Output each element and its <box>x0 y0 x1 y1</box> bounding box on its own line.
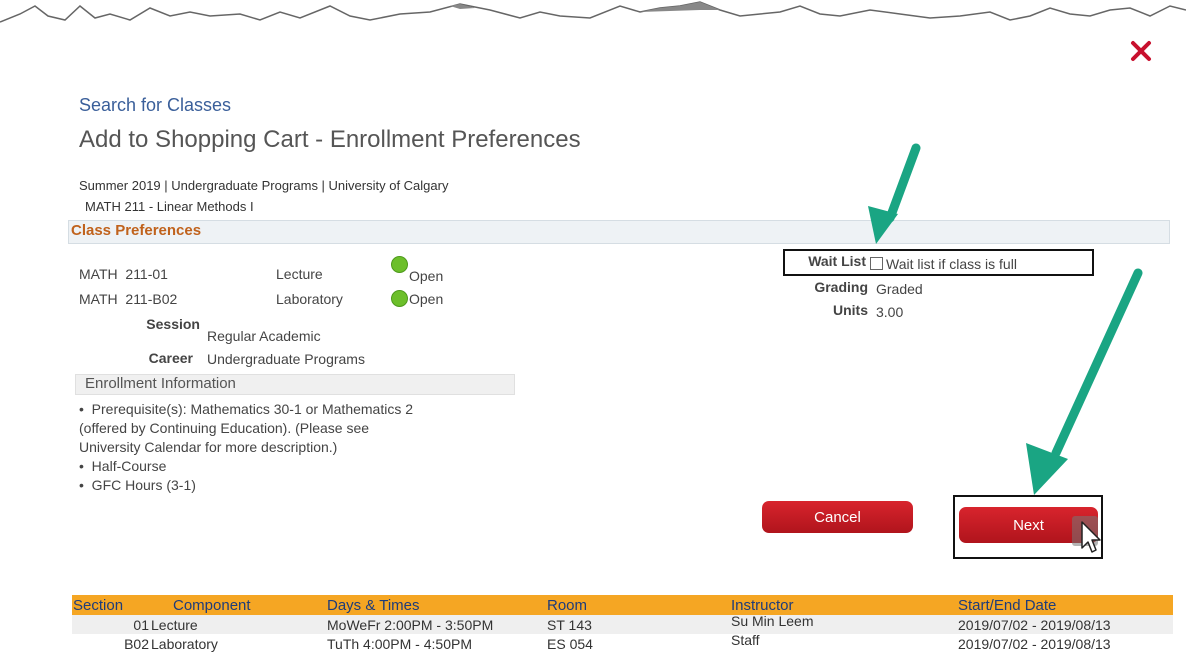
cell-days-times: MoWeFr 2:00PM - 3:50PM <box>327 617 494 633</box>
wait-list-checkbox[interactable] <box>870 257 883 270</box>
cell-component: Laboratory <box>151 636 218 652</box>
close-icon[interactable] <box>1128 38 1154 64</box>
class-status: Open <box>409 291 444 307</box>
status-open-icon <box>391 256 408 273</box>
class-status: Open <box>409 268 444 284</box>
session-value: Regular Academic <box>207 328 321 344</box>
column-header-start-end-date: Start/End Date <box>958 597 1057 614</box>
torn-edge-decoration <box>0 1 1186 23</box>
class-component: Laboratory <box>276 291 343 307</box>
wait-list-label: Wait List <box>808 253 866 269</box>
breadcrumb[interactable]: Search for Classes <box>79 95 231 116</box>
class-preferences-title: Class Preferences <box>71 222 202 239</box>
page-title: Add to Shopping Cart - Enrollment Prefer… <box>79 126 581 153</box>
annotation-arrow-icon <box>1026 268 1143 495</box>
column-header-room: Room <box>547 597 588 614</box>
enrollment-info-line: University Calendar for more description… <box>79 439 338 455</box>
cell-days-times: TuTh 4:00PM - 4:50PM <box>327 636 472 652</box>
annotation-arrow-icon <box>868 143 921 244</box>
cell-section: B02 <box>124 636 149 652</box>
enrollment-info-body: • Prerequisite(s): Mathematics 30-1 or M… <box>79 400 519 495</box>
column-header-days-times: Days & Times <box>327 597 420 614</box>
column-header-component: Component <box>173 597 251 614</box>
enrollment-info-line: (offered by Continuing Education). (Plea… <box>79 420 370 436</box>
cell-section: 01 <box>133 617 149 633</box>
session-label: Session <box>146 316 200 332</box>
wait-list-option-label[interactable]: Wait list if class is full <box>886 256 1017 272</box>
class-code: MATH 211-B02 <box>79 291 178 307</box>
column-header-instructor: Instructor <box>731 597 794 614</box>
cell-room: ES 054 <box>547 636 593 652</box>
career-label: Career <box>148 350 193 366</box>
cancel-button[interactable]: Cancel <box>762 501 913 533</box>
enrollment-info-line: • Prerequisite(s): Mathematics 30-1 or M… <box>79 401 414 417</box>
mouse-cursor-icon <box>1072 516 1101 553</box>
status-open-icon <box>391 290 408 307</box>
cell-start-end-date: 2019/07/02 - 2019/08/13 <box>958 636 1111 652</box>
term-info: Summer 2019 | Undergraduate Programs | U… <box>79 178 449 193</box>
column-header-section: Section <box>73 597 124 614</box>
cell-instructor: Su Min Leem <box>731 613 814 629</box>
units-value: 3.00 <box>876 304 904 320</box>
course-info: MATH 211 - Linear Methods I <box>85 199 254 214</box>
enrollment-info-line: • GFC Hours (3-1) <box>79 477 196 493</box>
class-preferences-bar <box>68 220 1170 244</box>
class-component: Lecture <box>276 266 323 282</box>
grading-label: Grading <box>814 279 868 295</box>
cell-room: ST 143 <box>547 617 592 633</box>
class-code: MATH 211-01 <box>79 266 168 282</box>
units-label: Units <box>833 302 868 318</box>
cell-instructor: Staff <box>731 632 760 648</box>
grading-value: Graded <box>876 281 923 297</box>
enrollment-info-line: • Half-Course <box>79 458 167 474</box>
cell-component: Lecture <box>151 617 198 633</box>
cell-start-end-date: 2019/07/02 - 2019/08/13 <box>958 617 1111 633</box>
enrollment-info-title: Enrollment Information <box>85 375 236 392</box>
career-value: Undergraduate Programs <box>207 351 365 367</box>
